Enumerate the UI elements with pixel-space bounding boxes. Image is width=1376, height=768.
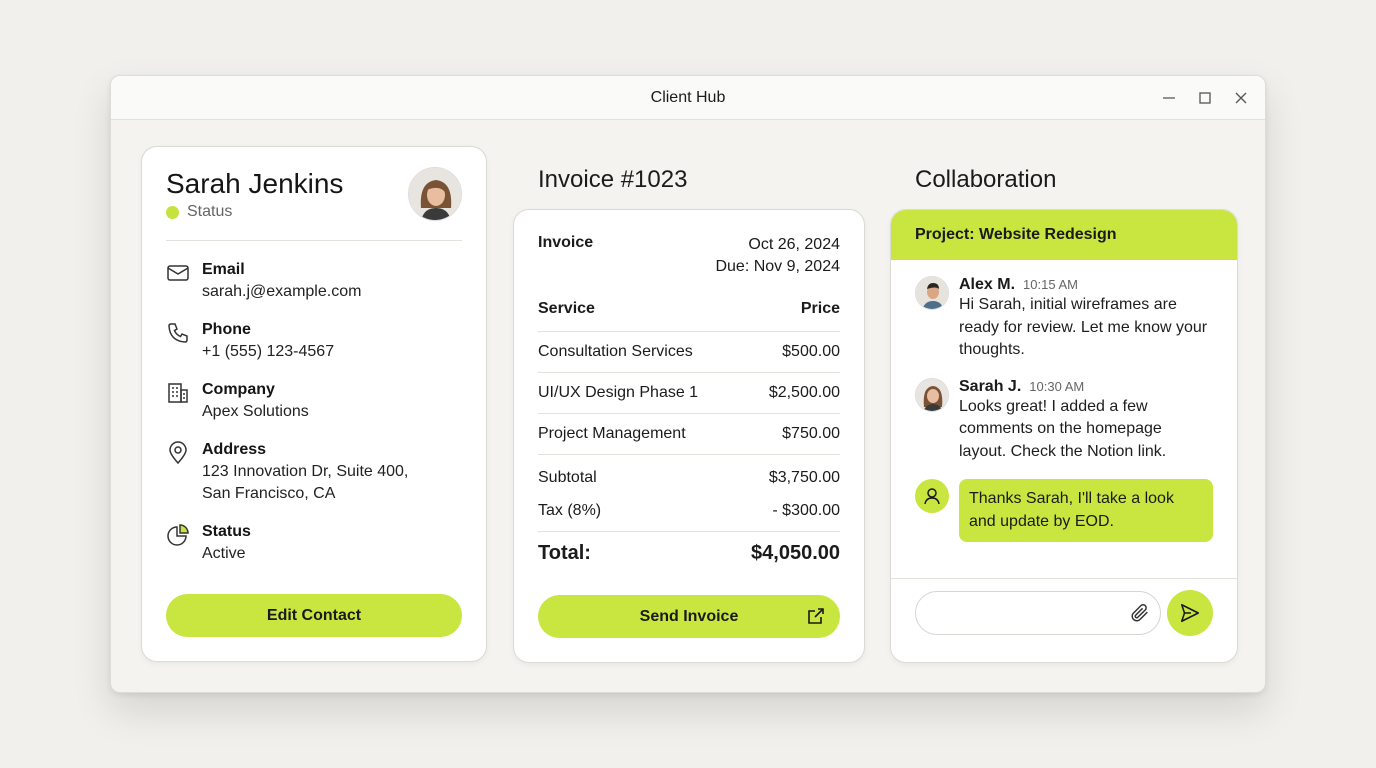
service-name: UI/UX Design Phase 1 — [538, 384, 699, 401]
table-row: Consultation Services $500.00 — [538, 332, 840, 373]
message-meta: Sarah J. 10:30 AM — [959, 378, 1213, 396]
address-line-1: 123 Innovation Dr, Suite 400, — [202, 463, 409, 480]
my-message-bubble: Thanks Sarah, I'll take a look and updat… — [959, 479, 1213, 542]
service-price: $750.00 — [782, 425, 840, 442]
subtotal-value: $3,750.00 — [768, 468, 840, 486]
phone-label: Phone — [202, 321, 251, 338]
table-row: Project Management $750.00 — [538, 414, 840, 455]
maximize-button[interactable] — [1195, 88, 1215, 108]
service-name: Project Management — [538, 425, 686, 442]
message-input[interactable] — [915, 591, 1161, 635]
invoice-label: Invoice — [538, 234, 594, 251]
collab-section-title: Collaboration — [915, 166, 1057, 193]
invoice-header: Invoice Oct 26, 2024 Due: Nov 9, 2024 — [538, 234, 840, 278]
message-text: Hi Sarah, initial wireframes are ready f… — [959, 296, 1208, 358]
message-author: Alex M. — [959, 276, 1016, 293]
user-icon — [924, 488, 940, 505]
total-value: $4,050.00 — [751, 542, 840, 564]
contact-company: Company Apex Solutions — [166, 379, 462, 423]
subtotal-label: Subtotal — [538, 468, 597, 486]
minimize-icon — [1163, 97, 1175, 99]
table-row: UI/UX Design Phase 1 $2,500.00 — [538, 373, 840, 414]
status-dot — [166, 205, 179, 219]
status-label: Status — [187, 203, 233, 220]
email-label: Email — [202, 261, 245, 278]
message-list: Alex M. 10:15 AM Hi Sarah, initial wiref… — [891, 260, 1237, 542]
my-avatar — [915, 479, 949, 513]
company-label: Company — [202, 381, 275, 398]
tax-value: - $300.00 — [772, 501, 840, 519]
invoice-dates: Oct 26, 2024 Due: Nov 9, 2024 — [715, 234, 840, 278]
message-author: Sarah J. — [959, 377, 1022, 395]
subtotal-row: Subtotal $3,750.00 — [538, 461, 840, 494]
message: Alex M. 10:15 AM Hi Sarah, initial wiref… — [915, 276, 1213, 362]
phone-icon — [168, 323, 188, 343]
invoice-table: Service Price Consultation Services $500… — [538, 300, 840, 455]
contact-email: Email sarah.j@example.com — [166, 259, 462, 303]
contact-info-list: Email sarah.j@example.com Phone +1 (555)… — [166, 259, 462, 581]
close-button[interactable] — [1231, 88, 1251, 108]
service-price: $2,500.00 — [768, 384, 840, 401]
tax-label: Tax (8%) — [538, 501, 602, 519]
avatar — [915, 276, 949, 310]
invoice-summary: Subtotal $3,750.00 Tax (8%) - $300.00 To… — [538, 461, 840, 565]
message-time: 10:30 AM — [1029, 378, 1085, 394]
message: Sarah J. 10:30 AM Looks great! I added a… — [915, 377, 1213, 464]
company-value: Apex Solutions — [202, 403, 309, 420]
title-bar: Client Hub — [111, 76, 1265, 120]
edit-contact-button[interactable]: Edit Contact — [166, 594, 462, 637]
paperclip-icon[interactable] — [1129, 602, 1151, 624]
pie-chart-icon — [167, 524, 189, 546]
project-header: Project: Website Redesign — [891, 210, 1237, 260]
status-field-value: Active — [202, 545, 246, 562]
service-price: $500.00 — [782, 343, 840, 360]
invoice-card: Invoice Oct 26, 2024 Due: Nov 9, 2024 Se… — [513, 209, 865, 663]
send-icon — [1180, 603, 1200, 623]
my-message: Thanks Sarah, I'll take a look and updat… — [915, 479, 1213, 542]
email-value[interactable]: sarah.j@example.com — [202, 281, 361, 303]
mail-icon — [167, 265, 189, 281]
maximize-icon — [1199, 92, 1211, 104]
external-link-icon — [808, 608, 824, 624]
phone-value[interactable]: +1 (555) 123-4567 — [202, 341, 334, 363]
total-label: Total: — [538, 542, 591, 564]
invoice-due-date: Due: Nov 9, 2024 — [715, 258, 840, 275]
tax-row: Tax (8%) - $300.00 — [538, 494, 840, 527]
status-field-label: Status — [202, 523, 251, 540]
window-title: Client Hub — [650, 88, 726, 106]
address-line-2: San Francisco, CA — [202, 485, 336, 502]
send-invoice-button[interactable]: Send Invoice — [538, 595, 840, 638]
compose-bar — [891, 578, 1237, 662]
total-row: Total: $4,050.00 — [538, 531, 840, 565]
building-icon — [168, 383, 188, 403]
window-controls — [1159, 76, 1251, 120]
message-time: 10:15 AM — [1023, 277, 1078, 292]
map-pin-icon — [169, 441, 187, 465]
invoice-section-title: Invoice #1023 — [538, 166, 688, 193]
collaboration-card: Project: Website Redesign Alex M. 10:15 … — [890, 209, 1238, 663]
price-column-header: Price — [800, 300, 840, 317]
invoice-table-header: Service Price — [538, 300, 840, 332]
contact-address: Address 123 Innovation Dr, Suite 400, Sa… — [166, 439, 462, 505]
message-text: Looks great! I added a few comments on t… — [959, 397, 1167, 460]
divider — [166, 240, 462, 241]
contact-phone: Phone +1 (555) 123-4567 — [166, 319, 462, 363]
send-invoice-label: Send Invoice — [639, 607, 739, 625]
service-column-header: Service — [538, 300, 595, 317]
service-name: Consultation Services — [538, 343, 693, 360]
avatar — [915, 377, 949, 412]
close-icon — [1235, 92, 1247, 104]
contact-status: Status Active — [166, 521, 462, 565]
address-label: Address — [202, 441, 267, 458]
client-hub-window: Client Hub Sarah Jenkins Status Email sa… — [110, 75, 1266, 693]
message-meta: Alex M. 10:15 AM — [959, 276, 1213, 294]
send-message-button[interactable] — [1167, 590, 1213, 636]
invoice-date: Oct 26, 2024 — [748, 236, 840, 253]
contact-avatar — [408, 167, 462, 221]
contact-card: Sarah Jenkins Status Email sarah.j@examp… — [141, 146, 487, 662]
minimize-button[interactable] — [1159, 88, 1179, 108]
